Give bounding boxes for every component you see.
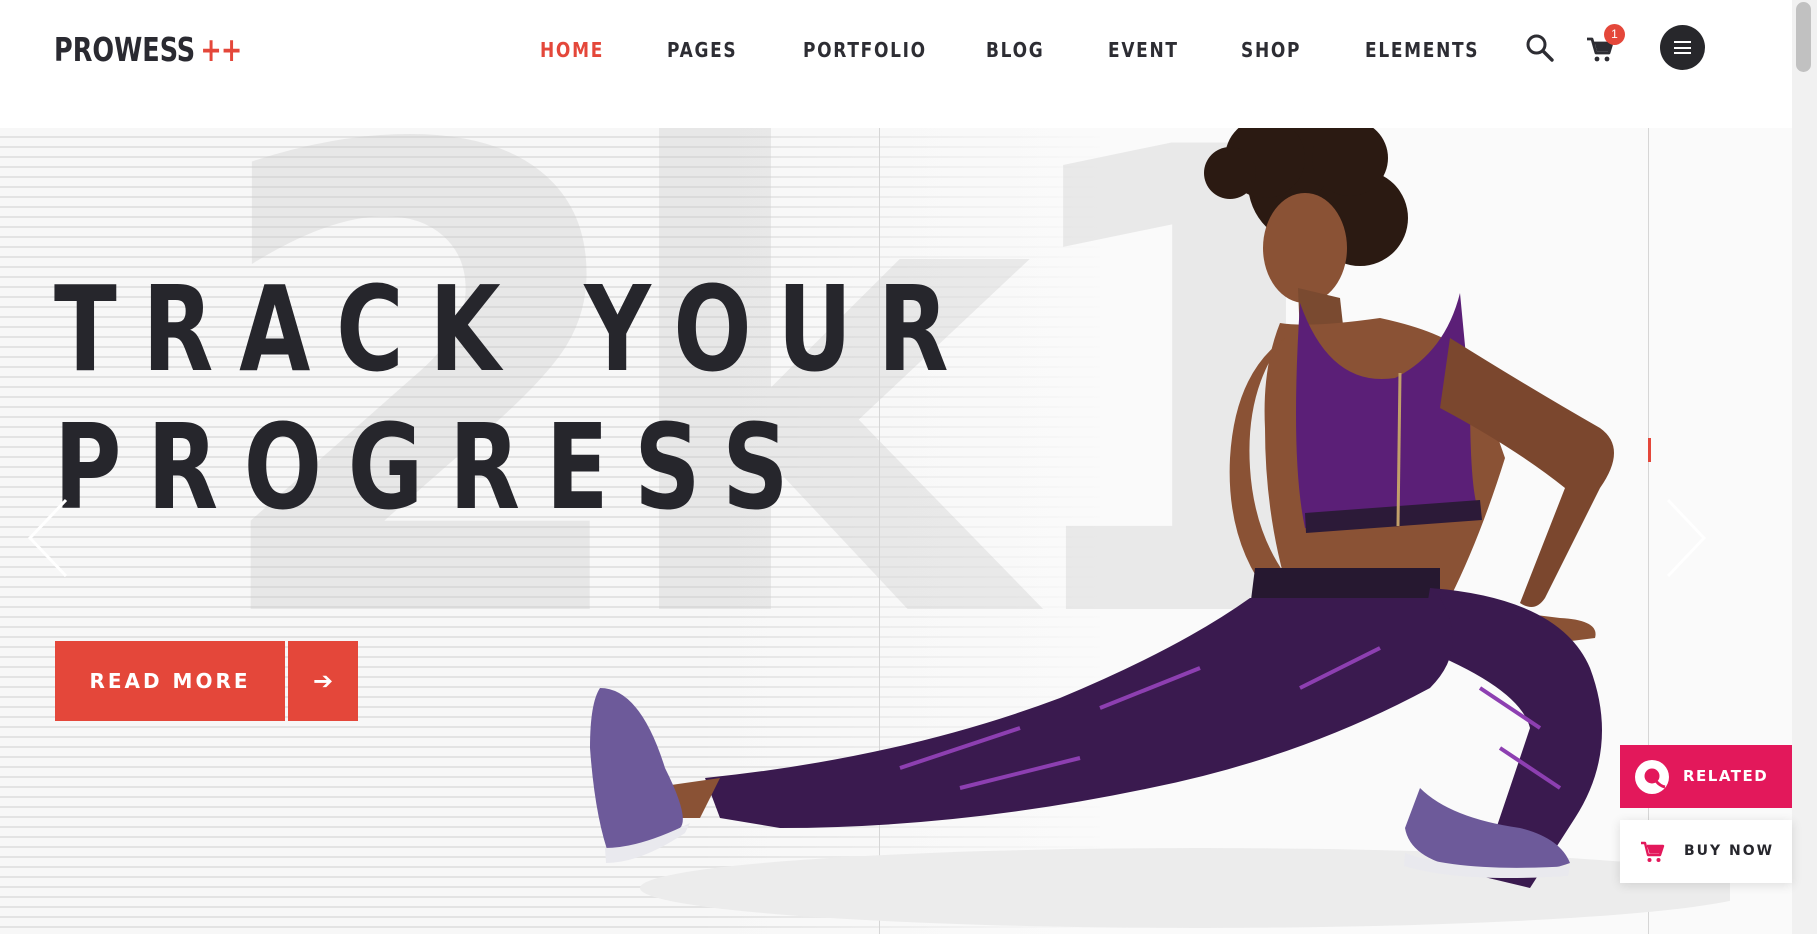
brand-logo[interactable]: PROWESS ++ [54, 30, 242, 69]
related-icon [1635, 760, 1669, 794]
slider-indicator [1648, 438, 1651, 462]
hero-headline-line2: PROGRESS [54, 398, 815, 536]
nav-item-home[interactable]: HOME [540, 38, 604, 62]
scrollbar-track[interactable] [1792, 0, 1817, 934]
search-button[interactable] [1524, 32, 1556, 64]
nav-item-blog[interactable]: BLOG [986, 38, 1044, 62]
slider-next-button[interactable] [1664, 488, 1714, 588]
hamburger-line [1674, 52, 1691, 54]
chevron-right-icon [1666, 498, 1707, 578]
nav-item-pages[interactable]: PAGES [667, 38, 737, 62]
hamburger-line [1674, 46, 1691, 49]
nav-item-event[interactable]: EVENT [1108, 38, 1179, 62]
scrollbar-thumb[interactable] [1796, 2, 1811, 72]
site-header: PROWESS ++ HOME PAGES PORTFOLIO BLOG EVEN… [0, 0, 1792, 128]
nav-item-portfolio[interactable]: PORTFOLIO [803, 38, 927, 62]
related-label: RELATED [1683, 767, 1769, 785]
arrow-right-icon: ➔ [288, 641, 358, 721]
slider-prev-button[interactable] [24, 488, 74, 588]
related-button[interactable]: RELATED [1620, 745, 1792, 808]
brand-name: PROWESS [54, 30, 196, 69]
hamburger-icon [1674, 41, 1691, 43]
menu-button[interactable] [1660, 25, 1705, 70]
cart-count-badge: 1 [1604, 24, 1625, 45]
nav-item-elements[interactable]: ELEMENTS [1365, 38, 1479, 62]
nav-item-shop[interactable]: SHOP [1241, 38, 1301, 62]
chevron-left-icon [27, 498, 68, 578]
search-icon [1526, 34, 1554, 62]
buy-now-label: BUY NOW [1684, 843, 1775, 859]
cart-icon [1641, 841, 1665, 862]
hero-headline-line1: TRACK YOUR [54, 260, 975, 398]
hero-slider: 2k1 TRACK YOUR PROGRESS READ MORE ➔ [0, 128, 1792, 934]
brand-mark: ++ [200, 30, 242, 69]
read-more-label: READ MORE [55, 641, 285, 721]
buy-now-button[interactable]: BUY NOW [1620, 820, 1792, 883]
